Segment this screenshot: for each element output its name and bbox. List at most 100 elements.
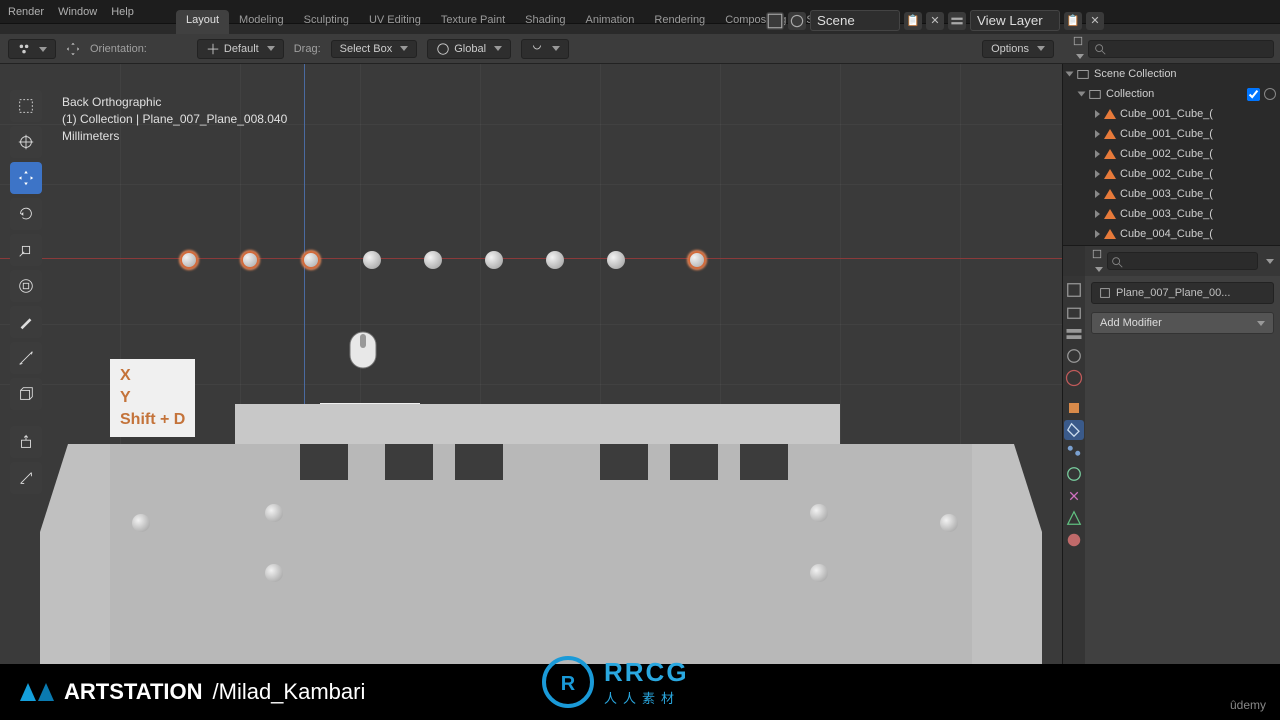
select-box-tool[interactable] [10,90,42,122]
collection-path: (1) Collection | Plane_007_Plane_008.040 [62,111,287,128]
ptab-particles[interactable] [1064,442,1084,462]
ptab-viewlayer[interactable] [1064,324,1084,344]
properties-options-icon[interactable] [1262,255,1274,267]
scene-icon[interactable] [788,12,806,30]
unit-label: Millimeters [62,128,287,145]
outliner-collection[interactable]: Collection [1063,84,1280,104]
tab-animation[interactable]: Animation [576,10,645,34]
outliner-header [1062,34,1280,64]
sphere-object[interactable] [241,251,259,269]
transform-tool[interactable] [10,270,42,302]
mesh-icon [1104,109,1116,119]
properties-header [1085,246,1280,276]
scale-tool[interactable] [10,234,42,266]
drag-dropdown[interactable]: Select Box [331,40,418,58]
move-tool[interactable] [10,162,42,194]
ptab-object[interactable] [1064,398,1084,418]
options-dropdown[interactable]: Options [982,40,1054,58]
outliner-item[interactable]: Cube_003_Cube_( [1063,204,1280,224]
menu-render[interactable]: Render [8,6,44,18]
new-viewlayer-icon[interactable]: 📋 [1064,12,1082,30]
outliner-item[interactable]: Cube_001_Cube_( [1063,124,1280,144]
ptab-scene[interactable] [1064,346,1084,366]
outliner-item[interactable]: Cube_003_Cube_( [1063,184,1280,204]
transform-orientation[interactable]: Global [427,39,511,59]
shear-tool[interactable] [10,462,42,494]
outliner-search[interactable] [1088,40,1274,58]
ptab-physics[interactable] [1064,464,1084,484]
rrcg-watermark: R RRCG 人人素材 [540,654,689,710]
outliner-item[interactable]: Cube_004_Cube_( [1063,224,1280,244]
delete-scene-icon[interactable]: ✕ [926,12,944,30]
measure-tool[interactable] [10,342,42,374]
visibility-toggle[interactable] [1264,88,1276,100]
active-object-field[interactable]: Plane_007_Plane_00... [1091,282,1274,304]
ptab-render[interactable] [1064,280,1084,300]
outliner[interactable]: Scene Collection Collection Cube_001_Cub… [1063,64,1280,246]
outliner-item-label: Cube_003_Cube_( [1120,208,1213,220]
tab-shading[interactable]: Shading [515,10,575,34]
ptab-modifier[interactable] [1064,420,1084,440]
ptab-material[interactable] [1064,530,1084,550]
add-cube-tool[interactable] [10,378,42,410]
properties-editor-type[interactable] [1091,248,1103,275]
outliner-item[interactable]: Cube_002_Cube_( [1063,164,1280,184]
orientation-dropdown[interactable]: Default [197,39,284,59]
mesh-icon [1104,169,1116,179]
add-modifier-dropdown[interactable]: Add Modifier [1091,312,1274,334]
mode-select[interactable] [8,39,56,59]
sphere-object[interactable] [424,251,442,269]
ptab-world[interactable] [1064,368,1084,388]
move-header-icon[interactable] [66,42,80,56]
menu-help[interactable]: Help [111,6,134,18]
ptab-constraints[interactable] [1064,486,1084,506]
sphere-object[interactable] [607,251,625,269]
rotate-tool[interactable] [10,198,42,230]
artstation-credit: ARTSTATION /Milad_Kambari [20,679,365,705]
collection-checkbox[interactable] [1247,88,1260,101]
mesh-data-icon [1098,286,1112,300]
new-scene-icon[interactable]: 📋 [904,12,922,30]
add-modifier-label: Add Modifier [1100,317,1162,329]
tab-modeling[interactable]: Modeling [229,10,294,34]
view-layer-input[interactable] [970,10,1060,31]
scene-view-layer: 📋 ✕ 📋 ✕ [766,10,1104,31]
properties-search[interactable] [1107,252,1258,270]
outliner-root-label: Scene Collection [1094,68,1177,80]
delete-viewlayer-icon[interactable]: ✕ [1086,12,1104,30]
scene-name-input[interactable] [810,10,900,31]
outliner-collection-label: Collection [1106,88,1154,100]
right-panel: Scene Collection Collection Cube_001_Cub… [1062,64,1280,664]
outliner-item[interactable]: Cube_001_Cube_( [1063,104,1280,124]
sphere-object-active[interactable] [688,251,706,269]
3d-viewport[interactable]: Back Orthographic (1) Collection | Plane… [0,64,1062,664]
outliner-item-label: Cube_001_Cube_( [1120,128,1213,140]
sphere-object[interactable] [302,251,320,269]
outliner-scene-collection[interactable]: Scene Collection [1063,64,1280,84]
sphere-object[interactable] [546,251,564,269]
tab-layout[interactable]: Layout [176,10,229,34]
sphere-object[interactable] [363,251,381,269]
sphere-object[interactable] [180,251,198,269]
ptab-output[interactable] [1064,302,1084,322]
view-name: Back Orthographic [62,94,287,111]
browse-scene-icon[interactable] [766,12,784,30]
sphere-object[interactable] [485,251,503,269]
tab-rendering[interactable]: Rendering [644,10,715,34]
duplicated-spheres [180,251,706,269]
view-layer-icon[interactable] [948,12,966,30]
transform-value: Global [454,43,486,55]
outliner-filter-icon[interactable] [1072,35,1084,62]
extrude-tool[interactable] [10,426,42,458]
tab-uvediting[interactable]: UV Editing [359,10,431,34]
menu-window[interactable]: Window [58,6,97,18]
mesh-icon [1104,129,1116,139]
snap-dropdown[interactable] [521,39,569,59]
tab-sculpting[interactable]: Sculpting [294,10,359,34]
tab-texturepaint[interactable]: Texture Paint [431,10,515,34]
ptab-data[interactable] [1064,508,1084,528]
outliner-item[interactable]: Cube_002_Cube_( [1063,144,1280,164]
annotate-tool[interactable] [10,306,42,338]
cursor-tool[interactable] [10,126,42,158]
mechanical-model [40,404,1042,664]
